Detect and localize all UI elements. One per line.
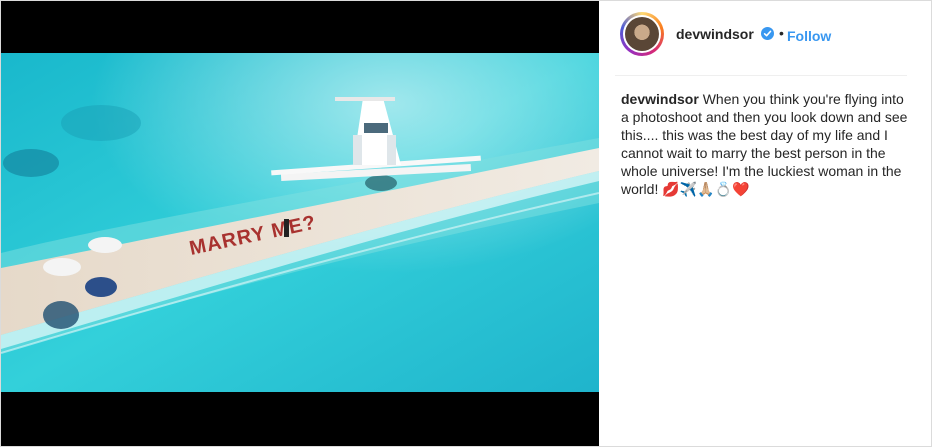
post-panel: devwindsor • Follow devwindsor When you … bbox=[599, 1, 931, 446]
verified-badge-icon bbox=[761, 27, 774, 40]
username-link[interactable]: devwindsor bbox=[676, 26, 754, 42]
post-image[interactable]: MARRY ME? bbox=[1, 1, 599, 446]
follow-button[interactable]: Follow bbox=[787, 28, 831, 44]
beach-photo: MARRY ME? bbox=[1, 53, 599, 392]
avatar[interactable] bbox=[623, 15, 661, 53]
caption-username[interactable]: devwindsor bbox=[621, 91, 699, 107]
post-header: devwindsor • Follow bbox=[599, 1, 931, 75]
separator-dot: • bbox=[779, 25, 784, 41]
caption: devwindsor When you think you're flying … bbox=[621, 90, 911, 198]
profile-avatar bbox=[625, 17, 659, 51]
header-divider bbox=[615, 75, 907, 76]
story-ring[interactable] bbox=[620, 12, 664, 56]
